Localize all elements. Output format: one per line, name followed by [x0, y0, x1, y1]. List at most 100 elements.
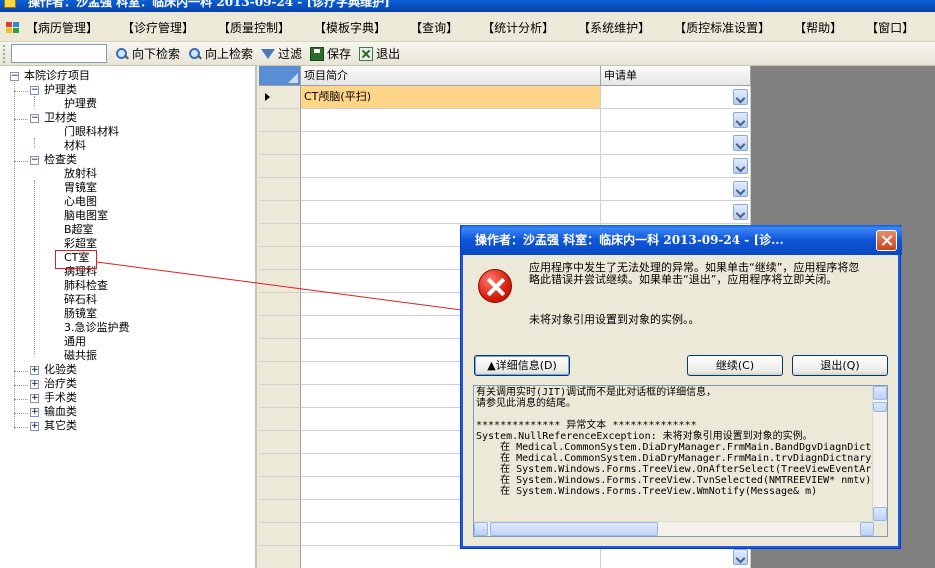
tree-node-nursing[interactable]: 护理类	[44, 83, 77, 97]
tree-node-eye-material[interactable]: 门眼科材料	[64, 125, 119, 139]
row-header[interactable]	[259, 339, 301, 362]
table-row[interactable]	[259, 546, 751, 568]
exception-details[interactable]: 有关调用实时(JIT)调试而不是此对话框的详细信息， 请参见此消息的结尾。 **…	[473, 385, 888, 537]
tree-node-bscan[interactable]: B超室	[64, 223, 94, 237]
tree-node-colonoscopy[interactable]: 肠镜室	[64, 307, 97, 321]
row-header[interactable]	[259, 86, 301, 109]
filter-button[interactable]: 过滤	[261, 45, 302, 62]
menu-treatment[interactable]: 【诊疗管理】	[122, 19, 194, 36]
row-header[interactable]	[259, 109, 301, 132]
item-name-cell[interactable]	[301, 132, 601, 155]
row-header[interactable]	[259, 477, 301, 500]
menu-app-icon[interactable]	[6, 21, 20, 34]
menu-templates[interactable]: 【模板字典】	[314, 19, 386, 36]
row-header[interactable]	[259, 362, 301, 385]
tree-node-treatment[interactable]: 治疗类	[44, 377, 77, 391]
quit-button[interactable]: 退出(Q)	[792, 355, 888, 376]
tree-expander-transfusion[interactable]: +	[30, 408, 39, 417]
tree-node-emergency-monitor[interactable]: 3.急诊监护费	[64, 321, 130, 335]
request-form-cell[interactable]	[601, 178, 751, 201]
request-form-cell[interactable]	[601, 201, 751, 224]
scroll-thumb[interactable]	[873, 402, 887, 412]
tree-node-lab[interactable]: 化验类	[44, 363, 77, 377]
tree-node-gastroscopy[interactable]: 胃镜室	[64, 181, 97, 195]
scroll-left-arrow[interactable]	[474, 522, 488, 536]
search-up-button[interactable]: 向上检索	[188, 45, 253, 62]
item-name-cell[interactable]	[301, 178, 601, 201]
diagnosis-tree[interactable]: − 本院诊疗项目 − 护理类 护理费 − 卫材类 门眼科材料 材料 − 检查类 …	[0, 66, 257, 568]
tree-root-expander[interactable]: −	[10, 72, 19, 81]
item-name-cell[interactable]	[301, 201, 601, 224]
details-horizontal-scrollbar[interactable]	[474, 521, 874, 536]
column-header-form[interactable]: 申请单	[601, 66, 751, 86]
request-form-cell[interactable]	[601, 109, 751, 132]
save-button[interactable]: 保存	[310, 45, 351, 62]
toolbar-grip[interactable]	[3, 44, 7, 63]
menu-system[interactable]: 【系统维护】	[578, 19, 650, 36]
chevron-down-icon[interactable]	[733, 204, 748, 220]
menu-quality-control[interactable]: 【质量控制】	[218, 19, 290, 36]
tree-node-nursing-fee[interactable]: 护理费	[64, 97, 97, 111]
tree-node-radiology[interactable]: 放射科	[64, 167, 97, 181]
tree-expander-sanitary[interactable]: −	[30, 114, 39, 123]
table-row[interactable]	[259, 132, 751, 155]
request-form-cell[interactable]	[601, 86, 751, 109]
table-row[interactable]	[259, 109, 751, 132]
chevron-down-icon[interactable]	[733, 158, 748, 174]
table-row[interactable]	[259, 201, 751, 224]
row-header[interactable]	[259, 155, 301, 178]
chevron-down-icon[interactable]	[733, 181, 748, 197]
close-icon[interactable]	[876, 230, 897, 251]
tree-node-color-ultrasound[interactable]: 彩超室	[64, 237, 97, 251]
row-header[interactable]	[259, 408, 301, 431]
tree-node-lung-exam[interactable]: 肺科检查	[64, 279, 108, 293]
tree-expander-other[interactable]: +	[30, 422, 39, 431]
menu-statistics[interactable]: 【统计分析】	[482, 19, 554, 36]
request-form-cell[interactable]	[601, 132, 751, 155]
item-name-cell[interactable]	[301, 155, 601, 178]
hscroll-thumb[interactable]	[490, 522, 658, 536]
tree-node-material[interactable]: 材料	[64, 139, 86, 153]
scroll-down-arrow[interactable]	[873, 507, 887, 521]
scroll-up-arrow[interactable]	[873, 386, 887, 400]
table-row[interactable]: CT颅脑(平扫)	[259, 86, 751, 109]
menu-window[interactable]: 【窗口】	[866, 19, 914, 36]
tree-expander-lab[interactable]: +	[30, 366, 39, 375]
row-header[interactable]	[259, 224, 301, 247]
tree-node-sanitary[interactable]: 卫材类	[44, 111, 77, 125]
item-name-cell[interactable]: CT颅脑(平扫)	[301, 86, 601, 109]
continue-button[interactable]: 继续(C)	[687, 355, 783, 376]
row-header[interactable]	[259, 178, 301, 201]
tree-expander-nursing[interactable]: −	[30, 86, 39, 95]
chevron-down-icon[interactable]	[733, 89, 748, 105]
tree-expander-surgery[interactable]: +	[30, 394, 39, 403]
row-header[interactable]	[259, 431, 301, 454]
row-header[interactable]	[259, 500, 301, 523]
tree-node-exam[interactable]: 检查类	[44, 153, 77, 167]
row-header[interactable]	[259, 523, 301, 546]
menu-qc-standards[interactable]: 【质控标准设置】	[674, 19, 770, 36]
menu-help[interactable]: 【帮助】	[794, 19, 842, 36]
details-vertical-scrollbar[interactable]	[872, 386, 887, 521]
menu-query[interactable]: 【查询】	[410, 19, 458, 36]
search-input[interactable]	[11, 44, 107, 63]
table-row[interactable]	[259, 155, 751, 178]
details-button[interactable]: ▲详细信息(D)	[474, 355, 570, 376]
chevron-down-icon[interactable]	[733, 549, 748, 565]
search-down-button[interactable]: 向下检索	[115, 45, 180, 62]
row-header[interactable]	[259, 454, 301, 477]
row-header[interactable]	[259, 247, 301, 270]
tree-node-ecg[interactable]: 心电图	[64, 195, 97, 209]
row-header[interactable]	[259, 316, 301, 339]
tree-expander-treatment[interactable]: +	[30, 380, 39, 389]
tree-node-general[interactable]: 通用	[64, 335, 86, 349]
tree-root[interactable]: 本院诊疗项目	[24, 69, 90, 83]
table-row[interactable]	[259, 178, 751, 201]
chevron-down-icon[interactable]	[733, 135, 748, 151]
row-header[interactable]	[259, 546, 301, 568]
row-header[interactable]	[259, 270, 301, 293]
scroll-right-arrow[interactable]	[860, 522, 874, 536]
item-name-cell[interactable]	[301, 546, 601, 568]
chevron-down-icon[interactable]	[733, 112, 748, 128]
tree-node-mri[interactable]: 磁共振	[64, 349, 97, 363]
